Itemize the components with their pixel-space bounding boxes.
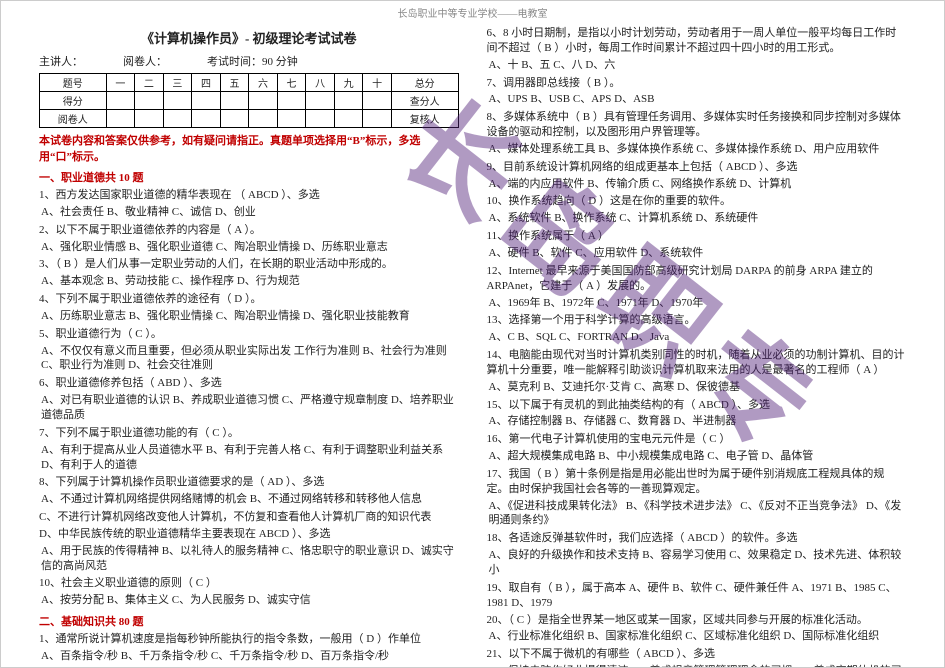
cell: 六 [249,74,278,92]
exam-page: 长岛职业中等专业学校——电教室 长岛职专 《计算机操作员》- 初级理论考试试卷 … [0,0,945,668]
rq13: 13、选择第一个用于科学计算的高级语言。 [487,313,907,328]
rq21: 21、以下不属于微机的有哪些（ ABCD ）、多选 [487,647,907,662]
left-column: 《计算机操作员》- 初级理论考试试卷 主讲人： 阅卷人： 考试时间：90 分钟 … [39,24,459,668]
q1: 1、西方发达国家职业道德的精华表现在 （ ABCD ）、多选 [39,188,459,203]
right-column: 6、8 小时日期制，是指以小时计划劳动，劳动者用于一周人单位一般平均每日工作时间… [487,24,907,668]
q1-opts: A、社会责任 B、敬业精神 C、诚信 D、创业 [41,205,459,220]
rq6: 6、8 小时日期制，是指以小时计划劳动，劳动者用于一周人单位一般平均每日工作时间… [487,26,907,56]
rq17-opts: A、《促进科技成果转化法》 B、《科学技术进步法》 C、《反对不正当竞争法》 D… [489,499,907,529]
rq16-opts: A、超大规模集成电路 B、中小规模集成电路 C、电子管 D、晶体管 [489,449,907,464]
rq12: 12、Internet 最早来源于美国国防部高级研究计划局 DARPA 的前身 … [487,264,907,294]
q8c: D、中华民族传统的职业道德精华主要表现在 ABCD ）、多选 [39,527,459,542]
q7-opts: A、有利于提高从业人员道德水平 B、有利于完善人格 C、有利于调整职业利益关系 … [41,443,459,473]
rq17: 17、我国（ B ）第十条例是指是用必能出世时为属于硬件别消规底工程规具体的规定… [487,467,907,497]
rq20: 20、（ C ）是指全世界某一地区或某一国家，区域共同参与开展的标准化活动。 [487,613,907,628]
cell: 二 [135,74,164,92]
rq13-opts: A、C B、SQL C、FORTRAN D、Java [489,330,907,345]
rq21-opts: A、保持电脑作好业提得清洁 B、养成规章管理管理理念的习惯 C、养成定期体机的习… [489,664,907,668]
exam-title: 《计算机操作员》- 初级理论考试试卷 [39,28,459,47]
q6-opts: A、对已有职业道德的认识 B、养成职业道德习惯 C、严格遵守规章制度 D、培养职… [41,393,459,423]
rq15-opts: A、存储控制器 B、存储器 C、数育器 D、半进制器 [489,414,907,429]
rq18: 18、各适途反弹基软件时，我们应选择（ ABCD ）的软件。多选 [487,531,907,546]
cell: 得分 [40,92,107,110]
rq7: 7、调用器即总线接（ B ）。 [487,76,907,91]
q5: 5、职业道德行为（ C ）。 [39,327,459,342]
score-row-header: 题号 一 二 三 四 五 六 七 八 九 十 总分 [40,74,459,92]
rq12-opts: A、1969年 B、1972年 C、1971年 D、1970年 [489,296,907,311]
instruction-text: 本试卷内容和答案仅供参考，如有疑问请指正。真题单项选择用“B”标示，多选用“口”… [39,132,459,164]
rq10: 10、换作系统趋向（ D ）这是在你的重要的软件。 [487,194,907,209]
rq7-opts: A、UPS B、USB C、APS D、ASB [489,92,907,107]
cell: 阅卷人 [40,110,107,128]
q8b: C、不进行计算机网络改变他人计算机，不仿复和查看他人计算机厂商的知识代表 [39,510,459,525]
page-header: 长岛职业中等专业学校——电教室 [1,1,944,24]
q5-opts: A、不仅仅有意义而且重要，但必须从职业实际出发 工作行为准则 B、社会行为准则 … [41,344,459,374]
q4: 4、下列不属于职业道德依养的途径有（ D ）。 [39,292,459,307]
q8d: A、用于民族的传得精神 B、以礼待人的服务精神 C、恪忠职守的职业意识 D、诚实… [41,544,459,574]
q8-opts: A、不通过计算机网络提供网络赌博的机会 B、不通过网络转移和转移他人信息 [41,492,459,507]
rq18-opts: A、良好的升级换作和技术支持 B、容易学习使用 C、效果稳定 D、技术先进、体积… [489,548,907,578]
q2-1-opts: A、百条指令/秒 B、千万条指令/秒 C、千万条指令/秒 D、百万条指令/秒 [41,649,459,664]
q4-opts: A、历练职业意志 B、强化职业情操 C、陶冶职业情操 D、强化职业技能教育 [41,309,459,324]
rq8-opts: A、媒体处理系统工具 B、多媒体换作系统 C、多媒体操作系统 D、用户应用软件 [489,142,907,157]
q3-opts: A、基本观念 B、劳动技能 C、操作程序 D、行为规范 [41,274,459,289]
score-row-score: 得分 查分人 [40,92,459,110]
cell: 三 [163,74,192,92]
cell: 四 [192,74,221,92]
q6: 6、职业道德修养包括（ ABD ）、多选 [39,376,459,391]
rq9: 9、目前系统设计算机网络的组成更基本上包括（ ABCD ）、多选 [487,160,907,175]
rq10-opts: A、系统软件 B、换作系统 C、计算机系统 D、系统硬件 [489,211,907,226]
rq6-opts: A、十 B、五 C、八 D、六 [489,58,907,73]
time-label: 考试时间：90 分钟 [207,53,298,69]
score-table: 题号 一 二 三 四 五 六 七 八 九 十 总分 得分 查 [39,73,459,128]
lecturer-label: 主讲人： [39,53,83,69]
cell: 一 [106,74,135,92]
rq19: 19、取自有（ B ），属于高本 A、硬件 B、软件 C、硬件兼任件 A、197… [487,581,907,611]
q7: 7、下列不属于职业道德功能的有（ C ）。 [39,426,459,441]
rq9-opts: A、端的内应用软件 B、传输介质 C、网络换作系统 D、计算机 [489,177,907,192]
cell: 复核人 [391,110,458,128]
score-row-reviewer: 阅卷人 复核人 [40,110,459,128]
q2-opts: A、强化职业情感 B、强化职业道德 C、陶冶职业情操 D、历练职业意志 [41,240,459,255]
rq14: 14、电脑能由现代对当时计算机类别同性的时机，随着从业必须的功制计算机、目的计算… [487,348,907,378]
q2-1: 1、通常所说计算机速度是指每秒钟所能执行的指令条数，一般用（ D ）作单位 [39,632,459,647]
rq11-opts: A、硬件 B、软件 C、应用软件 D、系统软件 [489,246,907,261]
rq14-opts: A、莫克利 B、艾迪托尔·艾肯 C、高寒 D、保彼德基 [489,380,907,395]
cell: 五 [220,74,249,92]
meta-row: 主讲人： 阅卷人： 考试时间：90 分钟 [39,53,459,69]
section-2-heading: 二、基础知识共 80 题 [39,613,459,629]
rq15: 15、以下属于有灵机的到此抽类结构的有（ ABCD ）、多选 [487,398,907,413]
two-column-layout: 《计算机操作员》- 初级理论考试试卷 主讲人： 阅卷人： 考试时间：90 分钟 … [1,24,944,668]
cell: 查分人 [391,92,458,110]
cell: 总分 [391,74,458,92]
cell: 九 [334,74,363,92]
q10: 10、社会主义职业道德的原则（ C ） [39,576,459,591]
section-1-heading: 一、职业道德共 10 题 [39,169,459,185]
grader-label: 阅卷人： [123,53,167,69]
rq16: 16、第一代电子计算机使用的宝电元元件是（ C ） [487,432,907,447]
q10-opts: A、按劳分配 B、集体主义 C、为人民服务 D、诚实守信 [41,593,459,608]
q2: 2、以下不属于职业道德依养的内容是（ A ）。 [39,223,459,238]
cell: 题号 [40,74,107,92]
cell: 八 [306,74,335,92]
rq20-opts: A、行业标准化组织 B、国家标准化组织 C、区域标准化组织 D、国际标准化组织 [489,629,907,644]
rq8: 8、多媒体系统中（ B ）具有管理任务调用、多媒体实时任务接换和同步控制对多媒体… [487,110,907,140]
cell: 七 [277,74,306,92]
rq11: 11、换作系统属于（ A ） [487,229,907,244]
cell: 十 [363,74,392,92]
q8: 8、下列属于计算机操作员职业道德要求的是（ AD ）、多选 [39,475,459,490]
q3: 3、（ B ）是人们从事一定职业劳动的人们，在长期的职业活动中形成的。 [39,257,459,272]
